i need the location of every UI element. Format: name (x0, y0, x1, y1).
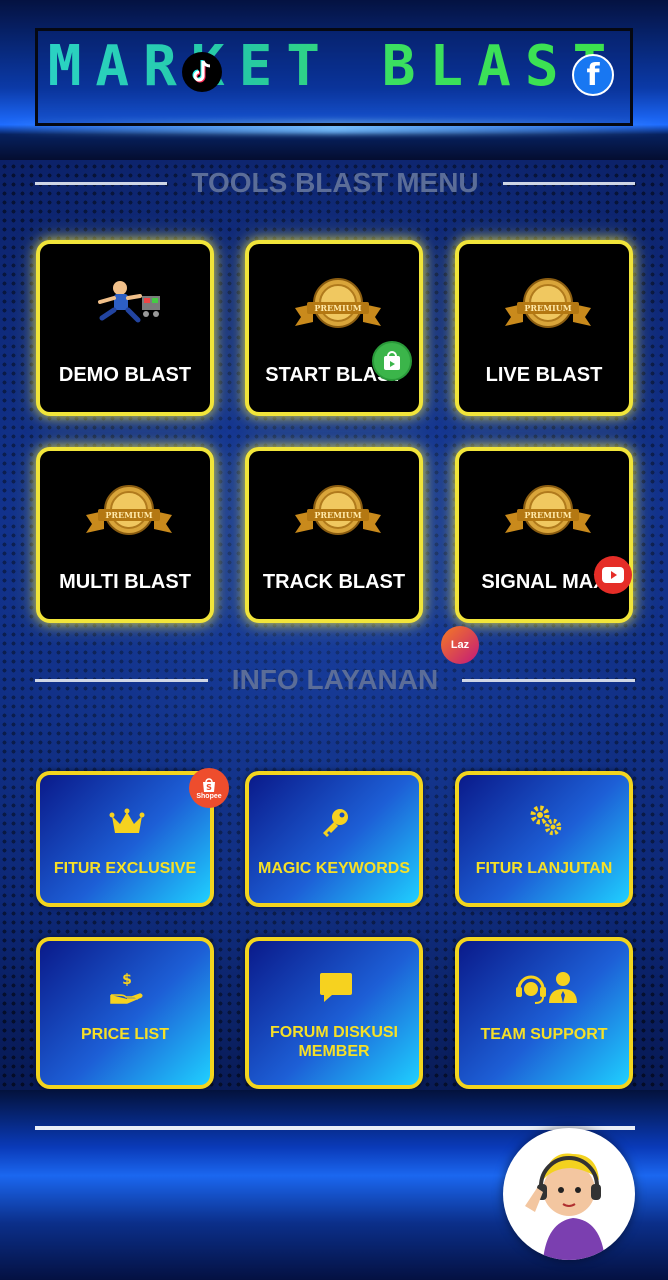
info-card-price-list[interactable]: $ PRICE LIST (36, 937, 214, 1089)
gears-icon (530, 805, 562, 836)
chat-bubble-icon (320, 973, 352, 1002)
support-avatar[interactable] (503, 1128, 635, 1260)
tools-section-title: TOOLS BLAST MENU (191, 167, 479, 198)
divider (35, 678, 208, 682)
google-play-bag-icon[interactable] (372, 341, 412, 381)
medal-text: PREMIUM (524, 510, 571, 520)
tool-card-label: MULTI BLAST (59, 571, 191, 593)
divider (462, 678, 635, 682)
tool-card-multi-blast[interactable]: PREMIUM MULTI BLAST (36, 447, 214, 623)
tool-card-demo-blast[interactable]: DEMO BLAST (36, 240, 214, 416)
info-card-label: MAGIC KEYWORDS (258, 860, 410, 877)
info-section-header: INFO LAYANAN (35, 664, 635, 695)
info-card-label: FITUR EXCLUSIVE (53, 860, 197, 877)
crown-icon (109, 808, 145, 833)
premium-medal-icon: PREMIUM (295, 485, 381, 535)
divider (35, 181, 168, 185)
shopee-icon[interactable]: S Shopee (189, 768, 229, 808)
support-agent-icon (525, 1153, 605, 1260)
info-section-title: INFO LAYANAN (231, 664, 439, 695)
support-team-icon (516, 972, 577, 1004)
tool-card-label: TRACK BLAST (262, 571, 406, 593)
premium-medal-icon: PREMIUM (295, 278, 381, 328)
premium-medal-icon: PREMIUM (505, 485, 591, 535)
premium-medal-icon: PREMIUM (505, 278, 591, 328)
premium-medal-icon: PREMIUM (86, 485, 172, 535)
facebook-icon[interactable]: f (572, 54, 614, 96)
medal-text: PREMIUM (314, 303, 361, 313)
lazada-badge-text: Laz (450, 639, 470, 651)
svg-text:S: S (206, 783, 212, 792)
footer-divider (35, 1126, 635, 1130)
info-card-label: FORUM DISKUSI MEMBER (270, 1024, 398, 1060)
tools-section-header: TOOLS BLAST MENU (35, 167, 636, 198)
key-icon (323, 809, 348, 837)
svg-text:$: $ (122, 972, 132, 988)
runner-icon (98, 281, 160, 323)
tool-card-live-blast[interactable]: PREMIUM LIVE BLAST (455, 240, 633, 416)
shopee-badge-text: Shopee (196, 792, 222, 800)
info-card-team-support[interactable]: TEAM SUPPORT (455, 937, 633, 1089)
info-card-fitur-exclusive[interactable]: FITUR EXCLUSIVE (36, 771, 214, 907)
tool-card-track-blast[interactable]: PREMIUM TRACK BLAST (245, 447, 423, 623)
info-card-label: TEAM SUPPORT (480, 1026, 608, 1043)
info-card-fitur-lanjutan[interactable]: FITUR LANJUTAN (455, 771, 633, 907)
medal-text: PREMIUM (524, 303, 571, 313)
title-box: MARKET BLAST (35, 28, 633, 126)
tool-card-start-blast[interactable]: PREMIUM START BLAST (245, 240, 423, 416)
info-card-forum-diskusi-member[interactable]: FORUM DISKUSI MEMBER (245, 937, 423, 1089)
money-hand-icon: $ (110, 972, 143, 1004)
divider (502, 181, 636, 185)
youtube-icon[interactable] (594, 556, 632, 594)
info-card-magic-keywords[interactable]: MAGIC KEYWORDS (245, 771, 423, 907)
medal-text: PREMIUM (105, 510, 152, 520)
info-card-label: FITUR LANJUTAN (475, 860, 613, 877)
tool-card-signal-max[interactable]: PREMIUM SIGNAL MAX (455, 447, 633, 623)
medal-text: PREMIUM (314, 510, 361, 520)
tiktok-icon[interactable] (182, 52, 222, 92)
info-card-label: PRICE LIST (80, 1026, 169, 1043)
app-title: MARKET BLAST (38, 35, 630, 99)
tool-card-label: DEMO BLAST (58, 364, 192, 386)
lazada-icon[interactable]: Laz (441, 626, 479, 664)
tool-card-label: LIVE BLAST (485, 364, 603, 386)
